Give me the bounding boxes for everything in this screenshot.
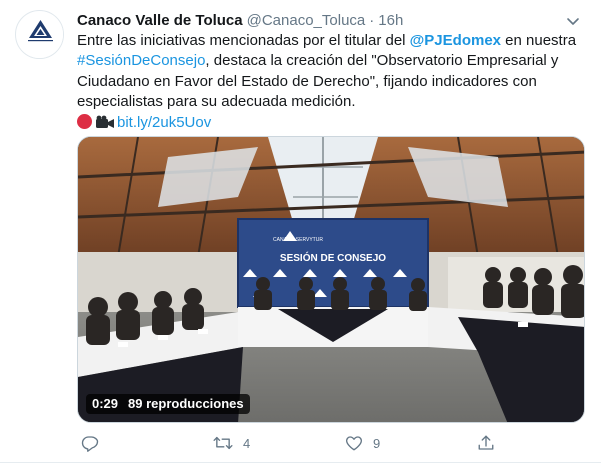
like-count: 9 [373,435,381,451]
reply-button[interactable] [81,432,109,454]
red-circle-icon [77,113,92,129]
avatar[interactable] [15,10,64,59]
tweet-actions: 4 9 [77,432,587,454]
video-stats-badge: 0:29 89 reproducciones [86,394,250,414]
canaco-logo-icon [16,11,63,58]
video-camera-icon [96,115,114,128]
retweet-count: 4 [243,435,251,451]
video-thumbnail: SESIÓN DE CONSEJO CANACO SERVYTUR [78,137,584,422]
mention-link[interactable]: @PJEdomex [410,32,501,49]
banner-title: SESIÓN DE CONSEJO [280,251,386,264]
tweet-text: Entre las iniciativas mencionadas por el… [77,31,587,133]
tweet-text-part: en nuestra [501,32,577,49]
separator-dot: · [369,12,375,29]
hashtag-link[interactable]: #SesiónDeConsejo [77,52,205,69]
like-icon [346,436,362,451]
video-duration: 0:29 [92,396,119,411]
retweet-button[interactable]: 4 [213,432,250,454]
share-button[interactable] [477,432,505,454]
tweet-text-part: Entre las iniciativas mencionadas por el… [77,32,410,49]
user-handle[interactable]: @Canaco_Toluca [247,12,366,29]
tweet-card[interactable]: Canaco Valle de Toluca @Canaco_Toluca · 16h… [0,0,601,463]
video-player[interactable]: SESIÓN DE CONSEJO CANACO SERVYTUR 0:29 8… [77,136,585,423]
display-name[interactable]: Canaco Valle de Toluca [77,12,243,29]
share-icon [478,435,494,450]
banner-logo-text: CANACO SERVYTUR [273,237,323,243]
retweet-icon [213,436,233,450]
timestamp[interactable]: 16h [378,12,403,29]
caret-down-icon[interactable] [565,13,581,29]
reply-icon [81,436,99,452]
video-views: 89 reproducciones [128,396,244,411]
shortened-link[interactable]: bit.ly/2uk5Uov [117,114,211,131]
like-button[interactable]: 9 [345,432,380,454]
tweet-header: Canaco Valle de Toluca @Canaco_Toluca · 16h [77,11,581,31]
